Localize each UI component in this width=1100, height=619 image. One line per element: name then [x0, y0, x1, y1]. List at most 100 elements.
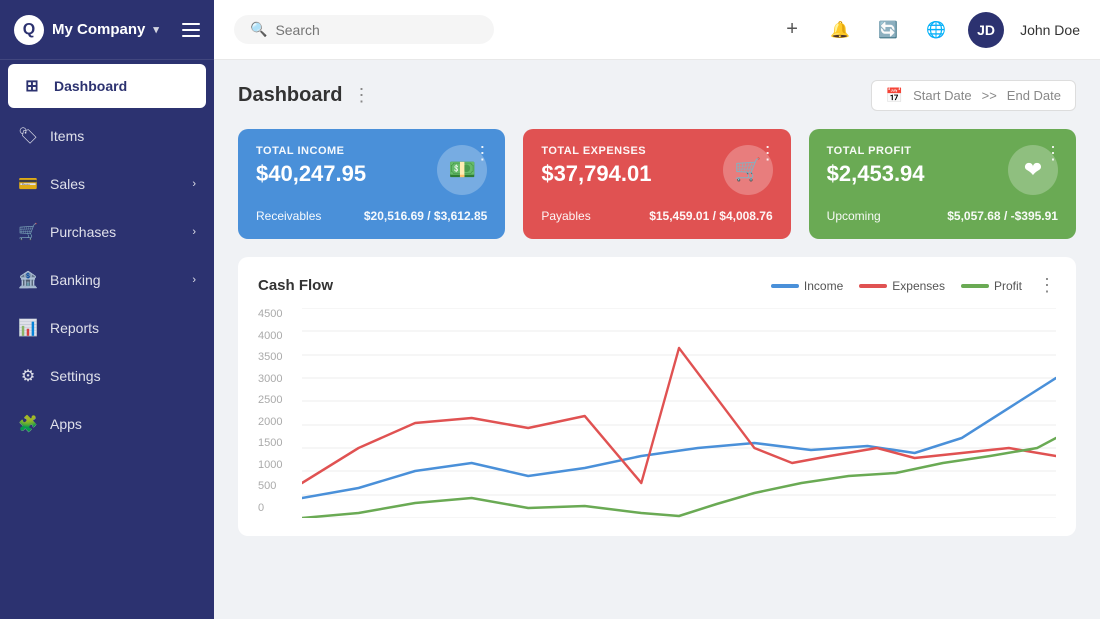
income-line	[302, 378, 1056, 498]
sidebar-header: Q My Company ▾	[0, 0, 214, 60]
page-options-menu[interactable]: ⋮	[352, 85, 370, 106]
card-bottom: Receivables $20,516.69 / $3,612.85	[256, 209, 487, 223]
chart-legend: Income Expenses Profit	[771, 279, 1022, 293]
income-card: ⋮ TOTAL INCOME $40,247.95 💵 Receivables …	[238, 129, 505, 239]
sidebar-nav: ⊞ Dashboard 🏷 Items 💳 Sales › 🛒 Purchase…	[0, 60, 214, 448]
search-box[interactable]: 🔍	[234, 15, 494, 44]
legend-profit: Profit	[961, 279, 1022, 293]
card-label: TOTAL EXPENSES	[541, 145, 651, 157]
sidebar-item-sales[interactable]: 💳 Sales ›	[0, 160, 214, 208]
sidebar-item-label: Banking	[50, 272, 101, 288]
card-amount: $37,794.01	[541, 161, 651, 187]
card-top: TOTAL PROFIT $2,453.94 ❤	[827, 145, 1058, 195]
chart-svg	[302, 308, 1056, 518]
sidebar-item-dashboard[interactable]: ⊞ Dashboard	[8, 64, 206, 108]
sidebar-item-label: Sales	[50, 176, 85, 192]
sub-label: Payables	[541, 209, 590, 223]
card-options-menu[interactable]: ⋮	[1044, 143, 1062, 164]
chart-options-menu[interactable]: ⋮	[1038, 275, 1056, 296]
sub-value: $5,057.68 / -$395.91	[947, 209, 1058, 223]
legend-profit-color	[961, 284, 989, 288]
stat-cards: ⋮ TOTAL INCOME $40,247.95 💵 Receivables …	[238, 129, 1076, 239]
sidebar-item-items[interactable]: 🏷 Items	[0, 112, 214, 160]
page-title: Dashboard	[238, 84, 342, 107]
card-options-menu[interactable]: ⋮	[473, 143, 491, 164]
page-header: Dashboard ⋮ 📅 Start Date >> End Date	[238, 80, 1076, 111]
search-input[interactable]	[275, 22, 455, 38]
date-end: End Date	[1007, 88, 1061, 103]
banking-icon: 🏦	[18, 270, 38, 290]
sidebar-item-apps[interactable]: 🧩 Apps	[0, 400, 214, 448]
card-label: TOTAL PROFIT	[827, 145, 925, 157]
purchases-icon: 🛒	[18, 222, 38, 242]
card-top: TOTAL INCOME $40,247.95 💵	[256, 145, 487, 195]
legend-expenses: Expenses	[859, 279, 945, 293]
sidebar-item-settings[interactable]: ⚙ Settings	[0, 352, 214, 400]
card-bottom: Upcoming $5,057.68 / -$395.91	[827, 209, 1058, 223]
sidebar-item-label: Reports	[50, 320, 99, 336]
chart-header: Cash Flow Income Expenses Pr	[258, 275, 1056, 296]
sidebar-item-purchases[interactable]: 🛒 Purchases ›	[0, 208, 214, 256]
notifications-button[interactable]: 🔔	[824, 14, 856, 46]
date-start: Start Date	[913, 88, 972, 103]
chart-body: 4500 4000 3500 3000 2500 2000 1500 1000 …	[258, 308, 1056, 518]
sidebar-item-banking[interactable]: 🏦 Banking ›	[0, 256, 214, 304]
legend-income-label: Income	[804, 279, 843, 293]
sales-icon: 💳	[18, 174, 38, 194]
refresh-button[interactable]: 🔄	[872, 14, 904, 46]
main-content: 🔍 + 🔔 🔄 🌐 JD John Doe Dashboard ⋮ 📅 Star…	[214, 0, 1100, 619]
search-icon: 🔍	[250, 21, 267, 38]
chevron-right-icon: ›	[192, 178, 196, 190]
sub-value: $15,459.01 / $4,008.76	[649, 209, 772, 223]
content-area: Dashboard ⋮ 📅 Start Date >> End Date ⋮ T…	[214, 60, 1100, 619]
reports-icon: 📊	[18, 318, 38, 338]
legend-income: Income	[771, 279, 843, 293]
sidebar-item-label: Apps	[50, 416, 82, 432]
card-options-menu[interactable]: ⋮	[759, 143, 777, 164]
sidebar-item-reports[interactable]: 📊 Reports	[0, 304, 214, 352]
topbar: 🔍 + 🔔 🔄 🌐 JD John Doe	[214, 0, 1100, 60]
card-amount: $40,247.95	[256, 161, 366, 187]
add-button[interactable]: +	[776, 14, 808, 46]
chevron-right-icon: ›	[192, 226, 196, 238]
sidebar-logo[interactable]: Q My Company ▾	[14, 15, 159, 45]
hamburger-icon[interactable]	[182, 23, 200, 37]
logo-icon: Q	[14, 15, 44, 45]
legend-profit-label: Profit	[994, 279, 1022, 293]
sub-label: Upcoming	[827, 209, 881, 223]
legend-income-color	[771, 284, 799, 288]
sidebar: Q My Company ▾ ⊞ Dashboard 🏷 Items 💳 Sal…	[0, 0, 214, 619]
language-button[interactable]: 🌐	[920, 14, 952, 46]
items-icon: 🏷	[18, 126, 38, 146]
card-amount: $2,453.94	[827, 161, 925, 187]
chart-title: Cash Flow	[258, 277, 333, 294]
card-bottom: Payables $15,459.01 / $4,008.76	[541, 209, 772, 223]
legend-expenses-color	[859, 284, 887, 288]
card-top: TOTAL EXPENSES $37,794.01 🛒	[541, 145, 772, 195]
card-label: TOTAL INCOME	[256, 145, 366, 157]
sidebar-item-label: Items	[50, 128, 84, 144]
sidebar-item-label: Purchases	[50, 224, 116, 240]
date-separator: >>	[982, 88, 997, 103]
sub-value: $20,516.69 / $3,612.85	[364, 209, 487, 223]
profit-card: ⋮ TOTAL PROFIT $2,453.94 ❤ Upcoming $5,0…	[809, 129, 1076, 239]
topbar-actions: + 🔔 🔄 🌐 JD John Doe	[776, 12, 1080, 48]
chevron-right-icon: ›	[192, 274, 196, 286]
chart-svg-container	[302, 308, 1056, 518]
expenses-card: ⋮ TOTAL EXPENSES $37,794.01 🛒 Payables $…	[523, 129, 790, 239]
sub-label: Receivables	[256, 209, 321, 223]
y-axis-labels: 4500 4000 3500 3000 2500 2000 1500 1000 …	[258, 308, 294, 518]
dashboard-icon: ⊞	[22, 76, 42, 96]
company-name: My Company	[52, 21, 145, 38]
avatar: JD	[968, 12, 1004, 48]
cash-flow-chart: Cash Flow Income Expenses Pr	[238, 257, 1076, 536]
sidebar-item-label: Settings	[50, 368, 101, 384]
apps-icon: 🧩	[18, 414, 38, 434]
sidebar-item-label: Dashboard	[54, 78, 127, 94]
page-title-row: Dashboard ⋮	[238, 84, 370, 107]
user-name: John Doe	[1020, 22, 1080, 38]
legend-expenses-label: Expenses	[892, 279, 945, 293]
calendar-icon: 📅	[886, 87, 903, 104]
date-filter[interactable]: 📅 Start Date >> End Date	[871, 80, 1076, 111]
chevron-down-icon: ▾	[153, 23, 159, 36]
